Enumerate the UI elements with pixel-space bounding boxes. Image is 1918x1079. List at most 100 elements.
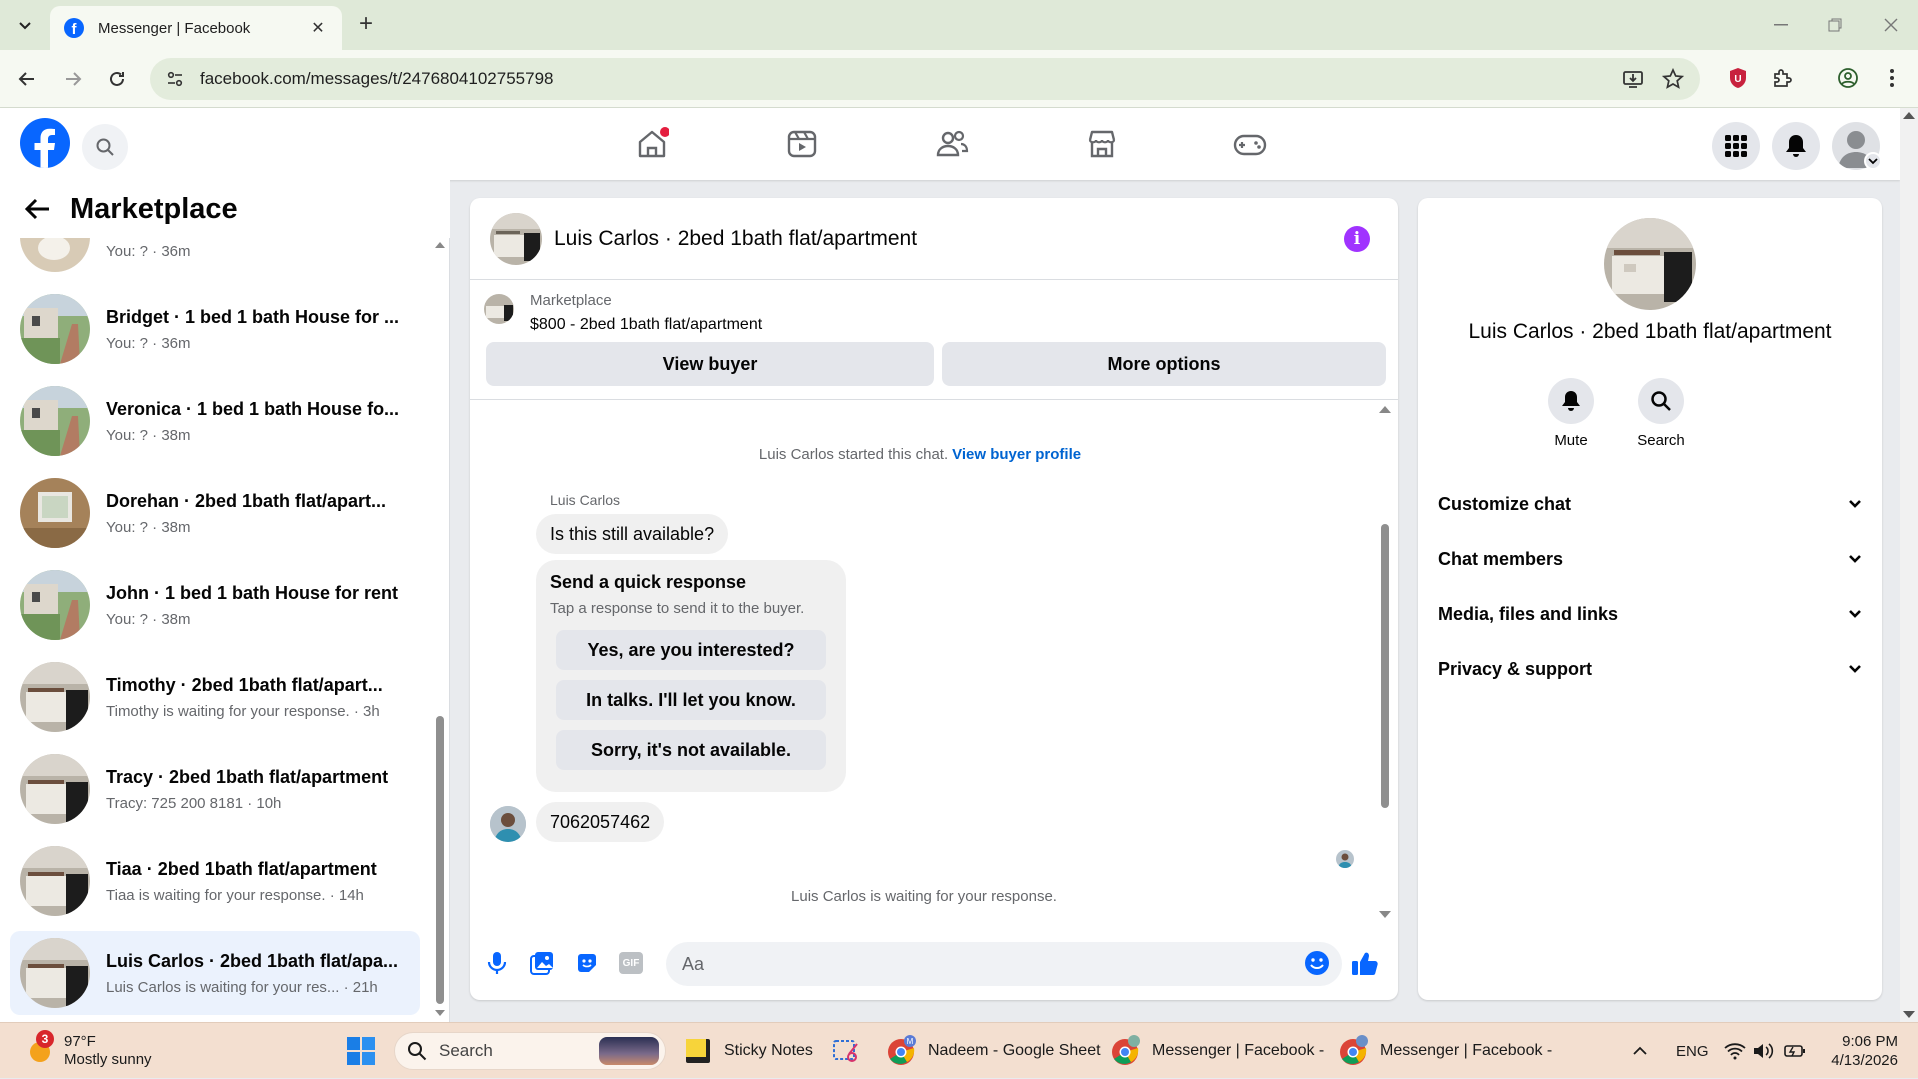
taskbar-app-label: Sticky Notes <box>724 1042 813 1059</box>
account-chevron-icon[interactable] <box>1864 152 1882 170</box>
taskbar-app-messenger-1[interactable]: Messenger | Facebook - <box>1110 1033 1324 1069</box>
info-icon[interactable]: i <box>1344 226 1370 252</box>
show-hidden-icons-button[interactable] <box>1632 1023 1648 1079</box>
ublock-shield-icon[interactable]: U <box>1724 64 1752 92</box>
clock[interactable]: 9:06 PM 4/13/2026 <box>1828 1023 1898 1079</box>
conversation-item[interactable]: John · 1 bed 1 bath House for rent You: ?… <box>10 563 420 647</box>
privacy-support-label: Privacy & support <box>1438 658 1593 679</box>
conversation-item[interactable]: Dorehan · 2bed 1bath flat/apart... You: ?… <box>10 471 420 555</box>
privacy-support-section[interactable]: Privacy & support <box>1438 649 1862 689</box>
conversation-text: Tiaa · 2bed 1bath flat/apartment Tiaa is … <box>106 859 406 904</box>
weather-temp: 97°F <box>64 1033 96 1050</box>
search-icon[interactable] <box>1638 378 1684 424</box>
microphone-icon[interactable] <box>482 948 512 978</box>
quick-response-not-available-button[interactable]: Sorry, it's not available. <box>556 730 826 770</box>
conversation-title: Veronica · 1 bed 1 bath House fo... <box>106 398 400 419</box>
search-action[interactable]: Search <box>1616 378 1706 449</box>
customize-chat-section[interactable]: Customize chat <box>1438 484 1862 524</box>
chat-scrollbar[interactable] <box>1378 404 1392 920</box>
windows-start-button[interactable] <box>346 1033 376 1069</box>
facebook-top-bar <box>0 108 1900 180</box>
close-window-icon[interactable] <box>1876 10 1906 40</box>
forward-arrow-icon[interactable] <box>58 64 88 94</box>
nav-friends[interactable] <box>930 122 974 166</box>
listing-avatar[interactable] <box>490 212 542 265</box>
quick-response-yes-button[interactable]: Yes, are you interested? <box>556 630 826 670</box>
tab-search-button[interactable] <box>8 10 42 40</box>
back-arrow-icon[interactable] <box>24 194 54 224</box>
conversation-item[interactable]: Veronica · 1 bed 1 bath House fo... You: … <box>10 379 420 463</box>
minimize-icon[interactable] <box>1766 10 1796 40</box>
tab-messenger[interactable]: f Messenger | Facebook ✕ <box>50 6 342 50</box>
gif-label: GIF <box>619 952 643 974</box>
sticker-icon[interactable] <box>572 948 602 978</box>
conversation-item[interactable]: Tracy · 2bed 1bath flat/apartment Tracy: … <box>10 747 420 831</box>
conversation-item[interactable]: Timothy · 2bed 1bath flat/apart... Timoth… <box>10 655 420 739</box>
conversation-item[interactable]: Tiaa · 2bed 1bath flat/apartment Tiaa is … <box>10 839 420 923</box>
conversation-item[interactable]: Luis Carlos · 2bed 1bath flat/apa... Luis… <box>10 931 420 1015</box>
volume-icon[interactable] <box>1752 1023 1774 1079</box>
view-buyer-profile-link[interactable]: View buyer profile <box>952 446 1081 463</box>
reload-icon[interactable] <box>102 64 132 94</box>
mute-action[interactable]: Mute <box>1526 378 1616 449</box>
taskbar-app-google-sheets[interactable]: M Nadeem - Google Sheet <box>886 1033 1104 1069</box>
new-tab-button[interactable]: + <box>352 11 380 39</box>
profile-icon[interactable] <box>1834 64 1862 92</box>
nav-marketplace[interactable] <box>1080 122 1124 166</box>
address-bar[interactable]: facebook.com/messages/t/2476804102755798 <box>150 58 1700 100</box>
site-info-icon[interactable] <box>166 70 184 88</box>
mute-label: Mute <box>1554 432 1588 449</box>
tab-close-icon[interactable]: ✕ <box>308 18 328 38</box>
message-input[interactable] <box>666 942 1342 986</box>
nav-video[interactable] <box>780 122 824 166</box>
quick-response-in-talks-button[interactable]: In talks. I'll let you know. <box>556 680 826 720</box>
extensions-puzzle-icon[interactable] <box>1768 64 1796 92</box>
page-scrollbar[interactable] <box>1900 108 1918 1022</box>
chat-header: Luis Carlos · 2bed 1bath flat/apartment … <box>470 198 1398 280</box>
nav-gaming[interactable] <box>1228 122 1272 166</box>
more-options-button[interactable]: More options <box>942 342 1386 386</box>
search-label: Search <box>1637 432 1685 449</box>
emoji-icon[interactable] <box>1302 948 1332 978</box>
wifi-icon[interactable] <box>1724 1023 1746 1079</box>
weather-widget[interactable]: 3 97°F Mostly sunny <box>26 1023 152 1079</box>
taskbar-search-box[interactable]: Search <box>394 1032 666 1070</box>
taskbar-search-label: Search <box>439 1041 493 1060</box>
bookmark-star-icon[interactable] <box>1662 68 1684 90</box>
install-app-icon[interactable] <box>1622 68 1644 90</box>
taskbar-app-sticky-notes[interactable]: Sticky Notes <box>684 1033 813 1069</box>
listing-large-avatar[interactable] <box>1604 218 1696 310</box>
taskbar-app-messenger-2[interactable]: Messenger | Facebook - <box>1338 1033 1552 1069</box>
thumbs-up-icon[interactable] <box>1350 948 1380 978</box>
view-buyer-button[interactable]: View buyer <box>486 342 934 386</box>
notifications-button[interactable] <box>1772 122 1820 170</box>
conversation-list-scrollbar[interactable] <box>434 236 446 1016</box>
battery-icon[interactable] <box>1784 1023 1806 1079</box>
chevron-down-icon <box>1849 610 1861 618</box>
mute-bell-icon[interactable] <box>1548 378 1594 424</box>
gaming-icon <box>1233 134 1267 156</box>
language-indicator[interactable]: ENG <box>1676 1023 1709 1079</box>
chat-members-section[interactable]: Chat members <box>1438 539 1862 579</box>
back-arrow-icon[interactable] <box>12 64 42 94</box>
photo-icon[interactable] <box>527 948 557 978</box>
sender-avatar[interactable] <box>490 806 526 842</box>
conversation-text: John · 1 bed 1 bath House for rent You: ?… <box>106 583 406 628</box>
restore-icon[interactable] <box>1820 10 1850 40</box>
media-files-links-section[interactable]: Media, files and links <box>1438 594 1862 634</box>
menu-grid-button[interactable] <box>1712 122 1760 170</box>
listing-price: $800 - 2bed 1bath flat/apartment <box>530 316 763 333</box>
message-bubble: 7062057462 <box>536 802 665 842</box>
taskbar-app-snipping-tool[interactable] <box>832 1033 860 1069</box>
menu-dots-icon[interactable] <box>1878 64 1906 92</box>
facebook-logo-icon[interactable] <box>20 118 70 168</box>
gif-icon[interactable]: GIF <box>616 948 646 978</box>
facebook-search-button[interactable] <box>82 124 128 170</box>
conversation-text: Bridget · 1 bed 1 bath House for ... You:… <box>106 307 406 352</box>
url-text: facebook.com/messages/t/2476804102755798 <box>200 69 554 88</box>
listing-thumbnail <box>484 294 514 324</box>
conversation-item[interactable]: Bridget · 1 bed 1 bath House for ... You:… <box>10 287 420 371</box>
read-receipt-avatar <box>1336 850 1354 868</box>
nav-home[interactable] <box>630 122 674 166</box>
taskbar-app-label: Nadeem - Google Sheet <box>928 1042 1101 1059</box>
